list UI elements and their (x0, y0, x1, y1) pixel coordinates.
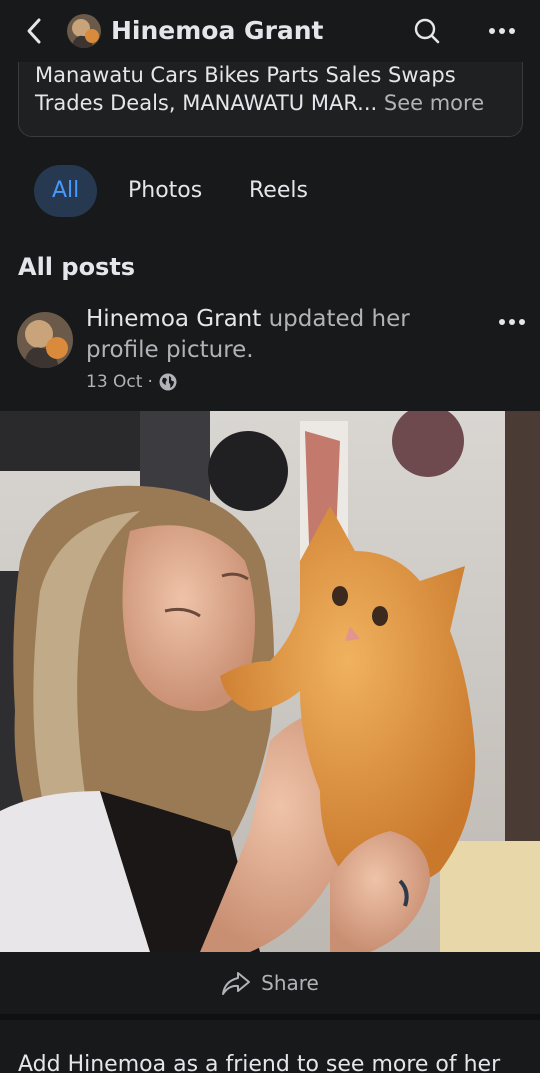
top-bar: Hinemoa Grant (0, 0, 540, 62)
post-photo[interactable] (0, 411, 540, 952)
profile-photo-image (0, 411, 540, 952)
tab-photos[interactable]: Photos (110, 165, 220, 217)
search-icon (414, 18, 440, 44)
more-horizontal-icon (489, 28, 515, 34)
post-author[interactable]: Hinemoa Grant (86, 306, 261, 332)
avatar-image (17, 312, 73, 368)
more-horizontal-icon (499, 319, 525, 325)
add-friend-prompt: Add Hinemoa as a friend to see more of h… (18, 1052, 501, 1073)
post-meta: 13 Oct · (86, 370, 178, 394)
intro-text: Manawatu Cars Bikes Parts Sales Swaps Tr… (35, 61, 505, 117)
post-avatar[interactable] (17, 312, 73, 368)
share-icon (222, 972, 251, 995)
meta-separator: · (147, 372, 153, 392)
page-title: Hinemoa Grant (111, 16, 324, 45)
chevron-left-icon (27, 18, 41, 44)
post-options-button[interactable] (494, 308, 530, 336)
section-title: All posts (18, 253, 136, 281)
globe-icon (159, 373, 177, 391)
more-options-button[interactable] (484, 14, 520, 48)
avatar-image (67, 14, 101, 48)
search-button[interactable] (410, 14, 444, 48)
post-date[interactable]: 13 Oct (86, 370, 142, 394)
see-more-link[interactable]: See more (384, 91, 484, 115)
header-avatar[interactable] (67, 14, 101, 48)
back-button[interactable] (20, 16, 48, 46)
share-button[interactable]: Share (0, 952, 540, 1014)
post-headline: Hinemoa Grant updated her profile pictur… (86, 304, 476, 366)
content-tabs: All Photos Reels (0, 165, 540, 217)
tab-all[interactable]: All (34, 165, 98, 217)
tab-reels[interactable]: Reels (231, 165, 326, 217)
share-label: Share (261, 971, 319, 995)
section-divider (0, 1014, 540, 1020)
